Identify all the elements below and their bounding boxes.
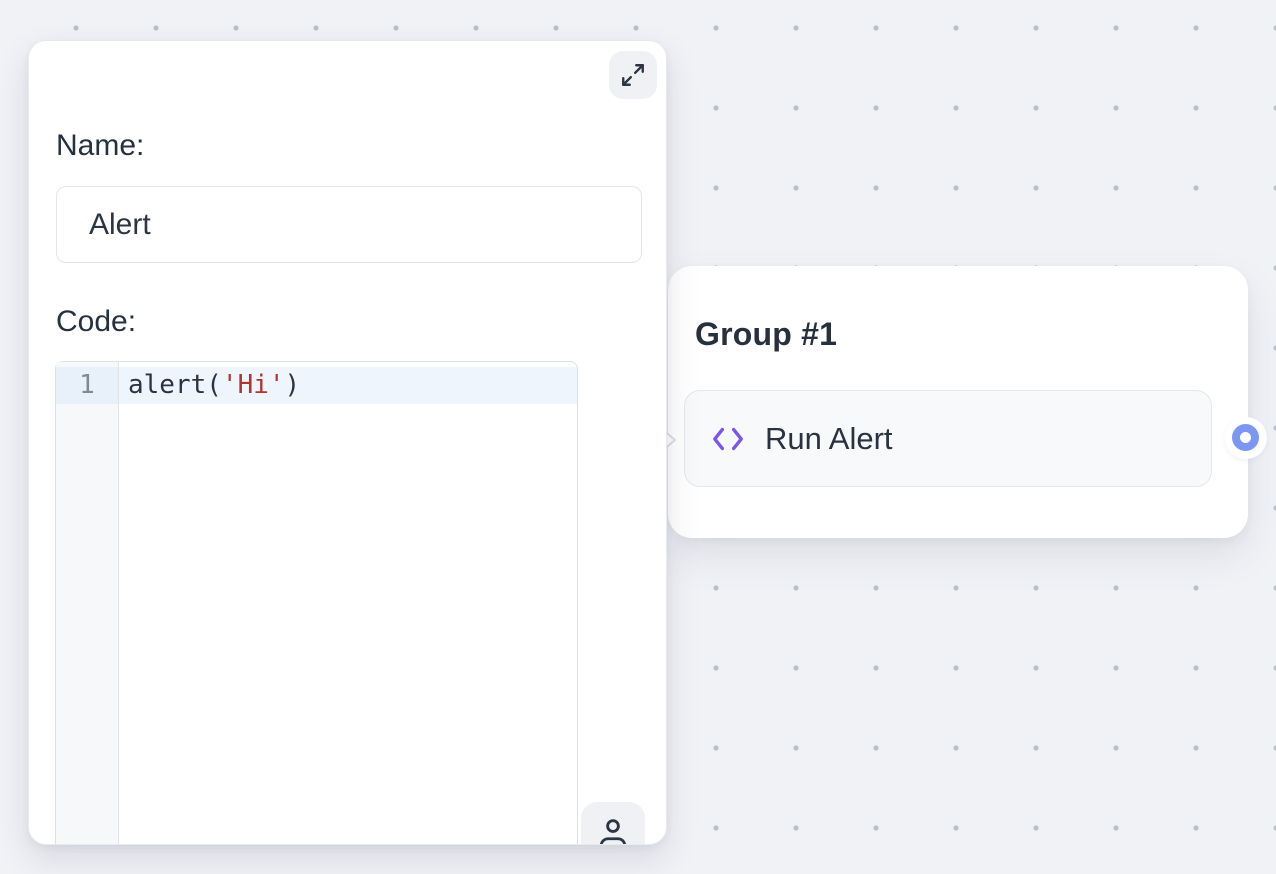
code-token-pre: alert( xyxy=(128,370,222,400)
expand-button[interactable] xyxy=(609,51,657,99)
expand-icon xyxy=(620,62,646,88)
code-editor[interactable]: 1 alert('Hi') xyxy=(55,361,578,845)
node-editor-panel: Name: Code: 1 alert('Hi') xyxy=(28,40,667,845)
output-handle[interactable] xyxy=(1232,424,1259,451)
code-area[interactable]: alert('Hi') xyxy=(119,362,577,845)
user-icon xyxy=(594,815,632,845)
code-line: alert('Hi') xyxy=(119,367,577,404)
name-label: Name: xyxy=(56,129,144,163)
run-alert-node[interactable]: Run Alert xyxy=(684,390,1212,487)
line-number: 1 xyxy=(56,367,118,404)
line-number-gutter: 1 xyxy=(56,362,119,845)
code-label: Code: xyxy=(56,305,136,339)
user-button[interactable] xyxy=(581,802,645,845)
group-title: Group #1 xyxy=(695,316,837,353)
group-card[interactable]: Group #1 Run Alert xyxy=(668,266,1248,538)
flow-canvas[interactable]: Group #1 Run Alert Name: Code: xyxy=(0,0,1276,874)
code-token-post: ) xyxy=(285,370,301,400)
code-token-string: 'Hi' xyxy=(222,370,285,400)
code-icon xyxy=(711,425,745,453)
node-label: Run Alert xyxy=(765,421,893,457)
name-input[interactable] xyxy=(56,186,642,263)
